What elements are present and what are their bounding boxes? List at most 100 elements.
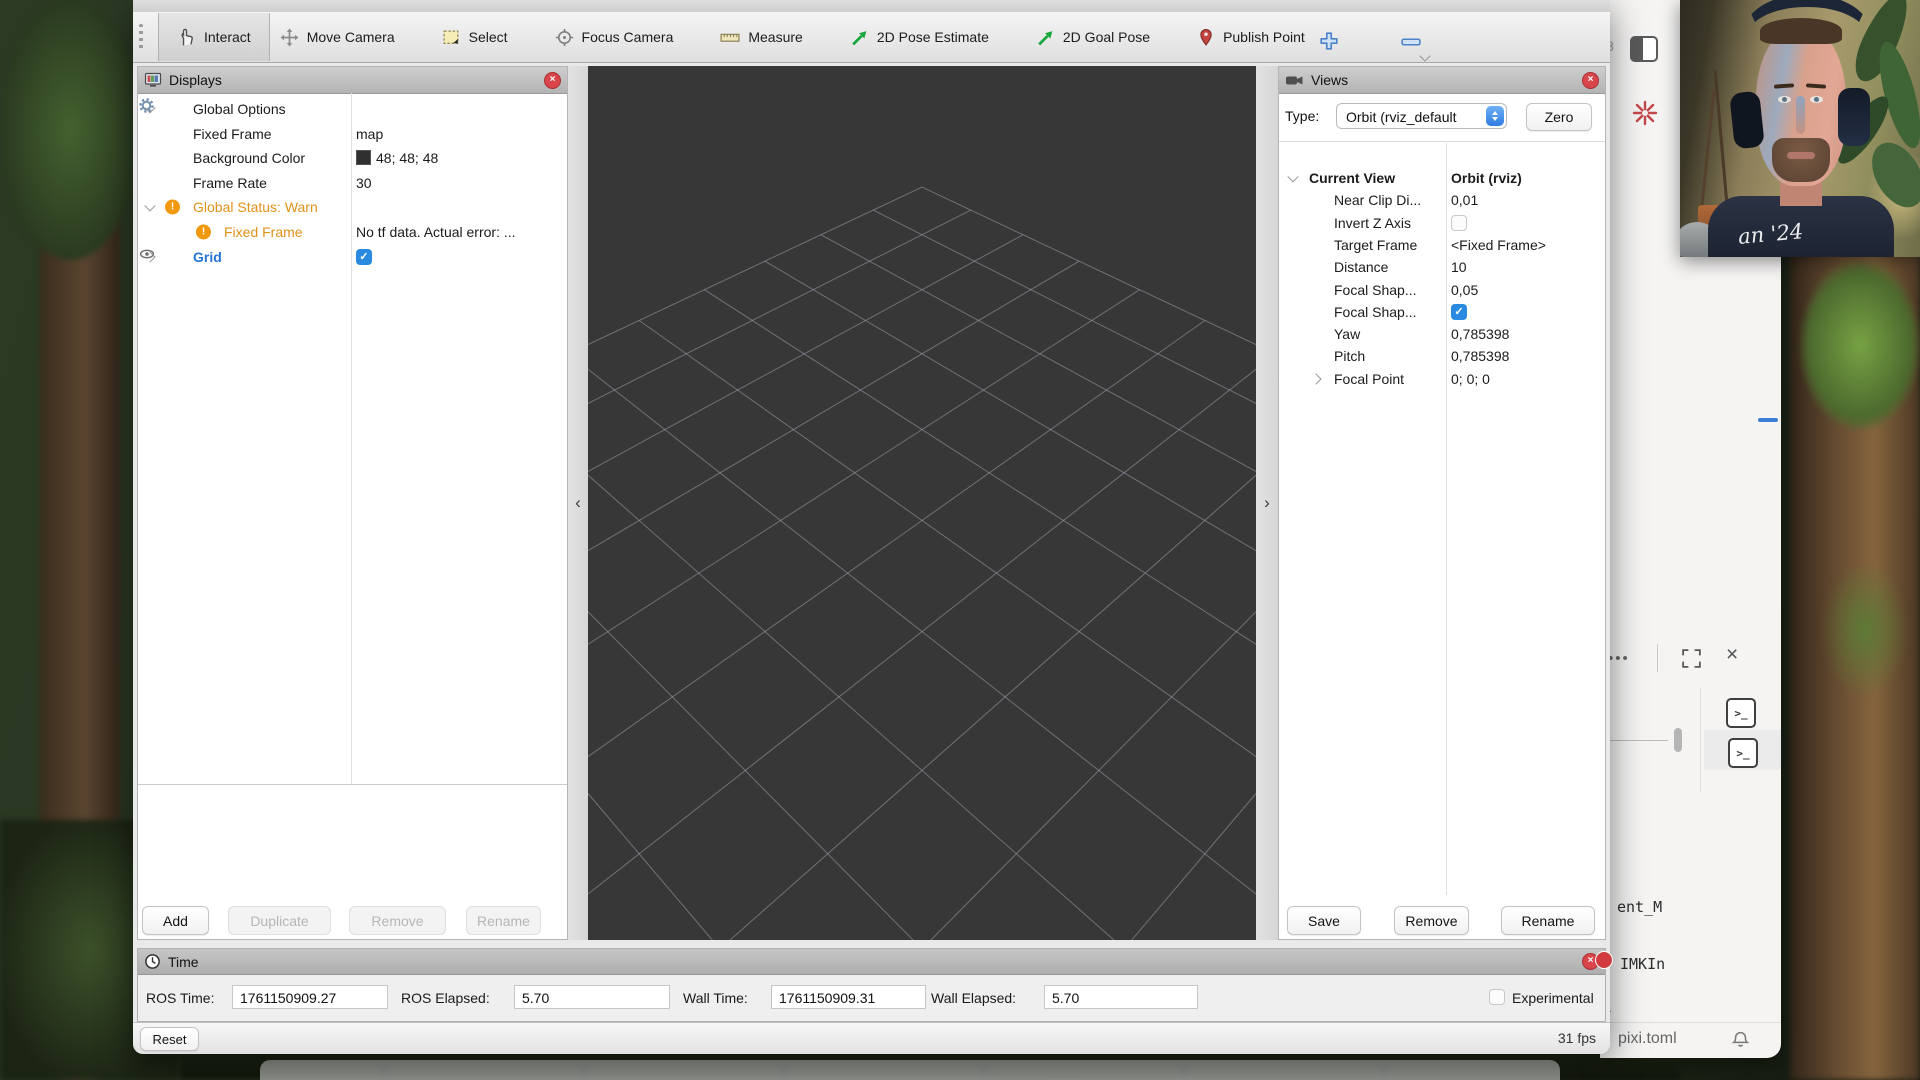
more-icon[interactable]: ••• [1608, 650, 1630, 667]
property-row[interactable]: Invert Z Axis [1279, 211, 1605, 235]
webcam-overlay[interactable]: an '24 [1680, 0, 1920, 257]
checkbox-checked[interactable]: ✓ [356, 249, 372, 265]
ros-elapsed-label: ROS Elapsed: [401, 986, 490, 1010]
checkbox-unchecked[interactable] [1451, 215, 1467, 231]
add-button[interactable]: Add [142, 906, 209, 935]
right-splitter[interactable]: › [1256, 66, 1278, 940]
property-value[interactable]: 48; 48; 48 [356, 150, 438, 166]
property-row[interactable]: ! Global Status: Warn [138, 195, 567, 219]
property-row[interactable]: Near Clip Di... 0,01 [1279, 188, 1605, 212]
terminal-icon[interactable]: >_ [1728, 738, 1758, 768]
tool-move-camera[interactable]: Move Camera [280, 28, 395, 47]
fullscreen-icon[interactable] [1680, 647, 1703, 670]
property-row[interactable]: Distance 10 [1279, 255, 1605, 279]
column-divider[interactable] [351, 93, 352, 784]
experimental-checkbox[interactable] [1489, 989, 1505, 1005]
remove-button[interactable]: Remove [349, 906, 446, 935]
property-row[interactable]: Grid ✓ [138, 245, 567, 269]
expander-down-icon[interactable] [144, 200, 155, 211]
close-panel-button[interactable]: × [544, 72, 561, 89]
property-row[interactable]: Fixed Frame map [138, 122, 567, 146]
tool-publish-point[interactable]: Publish Point [1197, 28, 1305, 47]
property-row[interactable]: ! Fixed Frame No tf data. Actual error: … [138, 220, 567, 244]
wall-time-input[interactable]: 1761150909.31 [771, 985, 926, 1009]
column-divider[interactable] [1446, 143, 1447, 895]
checkbox-checked[interactable]: ✓ [1451, 304, 1467, 320]
macos-dock[interactable] [260, 1060, 1560, 1080]
fps-counter: 31 fps [1558, 1030, 1596, 1046]
property-value[interactable]: 0,01 [1451, 192, 1478, 208]
property-row[interactable]: Focal Shap... ✓ [1279, 300, 1605, 324]
tool-2d-pose-estimate[interactable]: 2D Pose Estimate [850, 28, 989, 47]
camera-icon [1285, 72, 1304, 89]
tool-select[interactable]: Select [442, 28, 508, 47]
3d-viewport[interactable] [588, 66, 1256, 940]
property-value[interactable]: 0,785398 [1451, 326, 1509, 342]
remove-button[interactable]: Remove [1394, 906, 1469, 935]
move-icon [280, 28, 299, 47]
property-value[interactable]: 0,785398 [1451, 348, 1509, 364]
add-tool-icon[interactable] [1319, 31, 1339, 51]
property-label: Yaw [1334, 326, 1360, 342]
property-row[interactable]: Yaw 0,785398 [1279, 322, 1605, 346]
panel-splitter[interactable] [138, 784, 567, 785]
dock-icon [1180, 1066, 1189, 1075]
rename-button[interactable]: Rename [466, 906, 541, 935]
property-value[interactable]: 30 [356, 175, 372, 191]
sidebar-toggle-icon[interactable] [1630, 36, 1658, 62]
bell-icon[interactable] [1731, 1030, 1750, 1051]
property-value[interactable]: map [356, 126, 383, 142]
duplicate-button[interactable]: Duplicate [228, 906, 331, 935]
property-value[interactable]: <Fixed Frame> [1451, 237, 1546, 253]
tool-focus-camera[interactable]: Focus Camera [555, 28, 674, 47]
rename-button[interactable]: Rename [1501, 906, 1595, 935]
statusbar-filename[interactable]: pixi.toml [1618, 1030, 1677, 1048]
terminal-icon[interactable]: >_ [1726, 698, 1756, 728]
property-value[interactable]: 0,05 [1451, 282, 1478, 298]
property-row[interactable]: Pitch 0,785398 [1279, 344, 1605, 368]
view-type-dropdown[interactable]: Orbit (rviz_default [1336, 103, 1507, 129]
scrollbar-thumb[interactable] [1674, 728, 1682, 752]
property-value[interactable]: 0; 0; 0 [1451, 371, 1490, 387]
displays-panel-header[interactable]: Displays × [138, 67, 567, 94]
close-icon[interactable]: × [1726, 644, 1738, 666]
ros-time-input[interactable]: 1761150909.27 [232, 985, 388, 1009]
ros-elapsed-input[interactable]: 5.70 [514, 985, 670, 1009]
property-row[interactable]: Focal Shap... 0,05 [1279, 278, 1605, 302]
moss-patch [1820, 560, 1910, 700]
property-value: Orbit (rviz) [1451, 170, 1522, 186]
tool-label: Interact [204, 29, 251, 45]
toolbar-overflow-chevron-icon[interactable] [1419, 50, 1430, 61]
tool-interact[interactable]: Interact [158, 13, 270, 61]
tool-measure[interactable]: Measure [720, 28, 802, 47]
property-row[interactable]: Focal Point 0; 0; 0 [1279, 367, 1605, 391]
remove-tool-icon[interactable] [1401, 38, 1421, 46]
property-row[interactable]: Target Frame <Fixed Frame> [1279, 233, 1605, 257]
left-splitter[interactable]: ‹ [568, 66, 588, 940]
property-row[interactable]: Background Color 48; 48; 48 [138, 146, 567, 170]
property-row[interactable]: Frame Rate 30 [138, 171, 567, 195]
save-button[interactable]: Save [1287, 906, 1361, 935]
property-row[interactable]: Global Options [138, 97, 567, 121]
color-swatch [356, 150, 371, 165]
dock-icon [780, 1066, 789, 1075]
rviz-window[interactable]: Interact Move Camera Select Focus Came [133, 0, 1610, 1053]
reset-button[interactable]: Reset [140, 1027, 199, 1051]
tool-label: Select [469, 29, 508, 45]
property-value[interactable]: No tf data. Actual error: ... [356, 224, 516, 240]
property-label: Focal Shap... [1334, 304, 1417, 320]
time-panel-header[interactable]: Time × [138, 949, 1605, 975]
tool-2d-goal-pose[interactable]: 2D Goal Pose [1036, 28, 1150, 47]
views-panel-header[interactable]: Views × [1279, 67, 1605, 94]
dock-icon [380, 1066, 389, 1075]
property-value[interactable]: 10 [1451, 259, 1467, 275]
dropdown-spinner-icon[interactable] [1486, 106, 1504, 126]
expander-right-icon[interactable] [1310, 373, 1321, 384]
toolbar-drag-handle[interactable] [139, 24, 143, 50]
zero-button[interactable]: Zero [1526, 103, 1592, 131]
property-row[interactable]: Current View Orbit (rviz) [1279, 166, 1605, 190]
wall-elapsed-input[interactable]: 5.70 [1044, 985, 1198, 1009]
bright-leaves-right [1800, 260, 1920, 430]
expander-down-icon[interactable] [1287, 171, 1298, 182]
close-panel-button[interactable]: × [1582, 72, 1599, 89]
